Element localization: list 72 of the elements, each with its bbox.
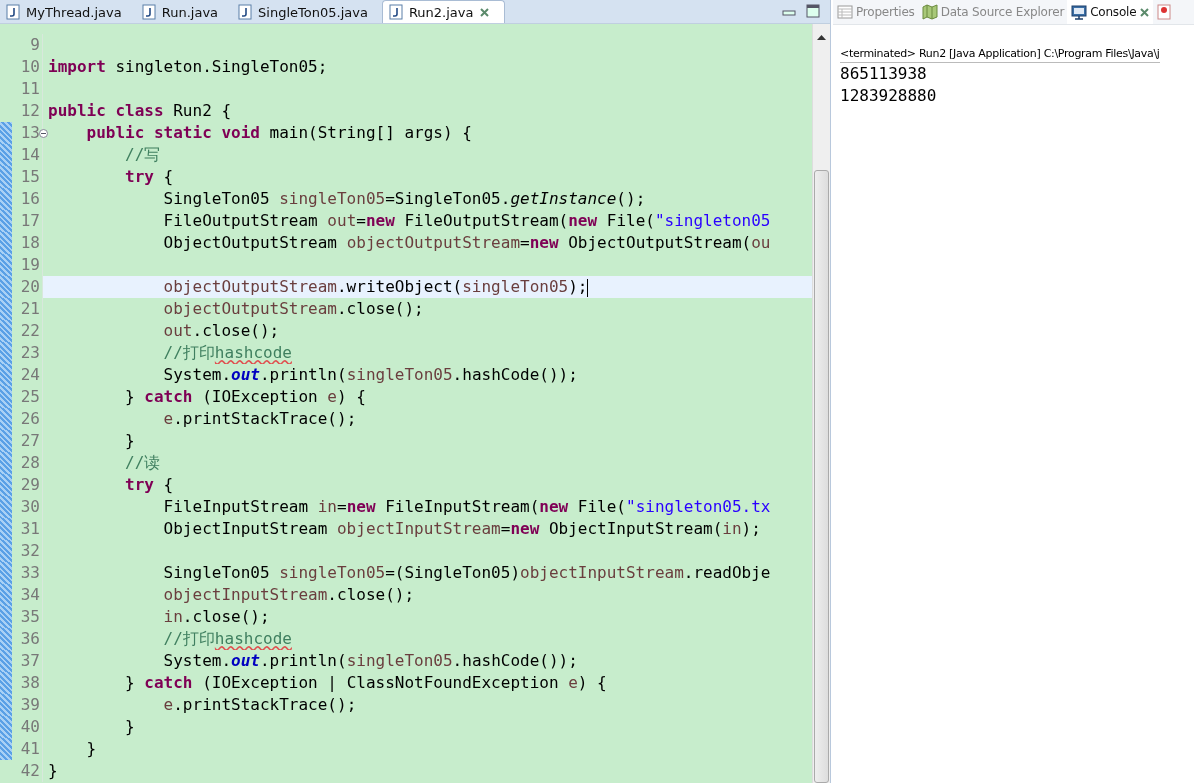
code-line: FileInputStream in=new FileInputStream(new File("singleton05.tx bbox=[162, 497, 771, 516]
code-line: System.out.println(singleTon05.hashCode()); bbox=[162, 365, 578, 384]
code-line: } bbox=[124, 717, 135, 736]
code-line: //读 bbox=[124, 453, 161, 472]
line-number: 11 bbox=[20, 79, 40, 98]
line-number: 12 bbox=[20, 101, 40, 120]
code-line: } catch (IOException e) { bbox=[124, 387, 366, 406]
line-number: 15 bbox=[20, 167, 40, 186]
code-line: objectOutputStream.close(); bbox=[162, 299, 424, 318]
line-number: 30 bbox=[20, 497, 40, 516]
line-number: 34 bbox=[20, 585, 40, 604]
code-line: //打印hashcode bbox=[162, 629, 292, 648]
line-number: 28 bbox=[20, 453, 40, 472]
code-line: objectInputStream.close(); bbox=[162, 585, 415, 604]
line-number: 31 bbox=[20, 519, 40, 538]
line-number: 21 bbox=[20, 299, 40, 318]
code-line: } bbox=[85, 739, 97, 758]
code-line: public class Run2 { bbox=[48, 101, 232, 120]
code-line: //打印hashcode bbox=[162, 343, 292, 362]
line-number: 26 bbox=[20, 409, 40, 428]
editor-tab[interactable]: Run2.java bbox=[381, 0, 506, 23]
line-number: 19 bbox=[20, 255, 40, 274]
line-number: 36 bbox=[20, 629, 40, 648]
code-line: try { bbox=[124, 167, 174, 186]
code-line: } bbox=[124, 431, 135, 450]
line-number: 9 bbox=[30, 35, 40, 54]
line-number: 41 bbox=[20, 739, 40, 758]
editor-tab[interactable]: MyThread.java bbox=[0, 1, 136, 23]
editor-tab[interactable]: SingleTon05.java bbox=[232, 1, 382, 23]
code-line: //写 bbox=[124, 145, 161, 164]
code-line: objectOutputStream.writeObject(singleTon05); bbox=[162, 277, 589, 296]
line-number: 22 bbox=[20, 321, 40, 340]
line-number: 42 bbox=[20, 761, 40, 780]
code-line: out.close(); bbox=[162, 321, 280, 340]
line-number: 23 bbox=[20, 343, 40, 362]
line-number: 17 bbox=[20, 211, 40, 230]
view-tab[interactable]: Console bbox=[1067, 0, 1154, 24]
code-line: } bbox=[48, 761, 58, 780]
code-line: in.close(); bbox=[162, 607, 270, 626]
line-number: 13 bbox=[20, 123, 40, 142]
line-number: 20 bbox=[20, 277, 40, 296]
code-line: SingleTon05 singleTon05=SingleTon05.getInstance(); bbox=[162, 189, 646, 208]
line-number: 38 bbox=[20, 673, 40, 692]
code-line: import singleton.SingleTon05; bbox=[48, 57, 328, 76]
line-number: 18 bbox=[20, 233, 40, 252]
code-line: System.out.println(singleTon05.hashCode()); bbox=[162, 651, 578, 670]
code-line: SingleTon05 singleTon05=(SingleTon05)objectInputStream.readObje bbox=[162, 563, 771, 582]
code-line: try { bbox=[124, 475, 174, 494]
line-number: 35 bbox=[20, 607, 40, 626]
code-line: } catch (IOException | ClassNotFoundException e) { bbox=[124, 673, 607, 692]
editor-tab[interactable]: Run.java bbox=[135, 1, 233, 23]
line-number: 40 bbox=[20, 717, 40, 736]
line-number: 39 bbox=[20, 695, 40, 714]
line-number: 37 bbox=[20, 651, 40, 670]
code-line: e.printStackTrace(); bbox=[162, 695, 357, 714]
code-line: ObjectOutputStream objectOutputStream=new ObjectOutputStream(ou bbox=[162, 233, 771, 252]
line-number: 24 bbox=[20, 365, 40, 384]
console-header: <terminated> Run2 [Java Application] C:\Program Files\Java\j bbox=[840, 47, 1160, 63]
line-number: 33 bbox=[20, 563, 40, 582]
line-number: 16 bbox=[20, 189, 40, 208]
line-number: 27 bbox=[20, 431, 40, 450]
line-number: 32 bbox=[20, 541, 40, 560]
code-line: ObjectInputStream objectInputStream=new ObjectInputStream(in); bbox=[162, 519, 761, 538]
console-output: 865113938 bbox=[840, 63, 928, 85]
code-line: public static void main(String[] args) { bbox=[85, 123, 472, 142]
console-output: 1283928880 bbox=[840, 85, 938, 107]
line-number: 10 bbox=[20, 57, 40, 76]
code-line: FileOutputStream out=new FileOutputStream(new File("singleton05 bbox=[162, 211, 771, 230]
line-number: 29 bbox=[20, 475, 40, 494]
line-number: 14 bbox=[20, 145, 40, 164]
code-line: e.printStackTrace(); bbox=[162, 409, 357, 428]
line-number: 25 bbox=[20, 387, 40, 406]
